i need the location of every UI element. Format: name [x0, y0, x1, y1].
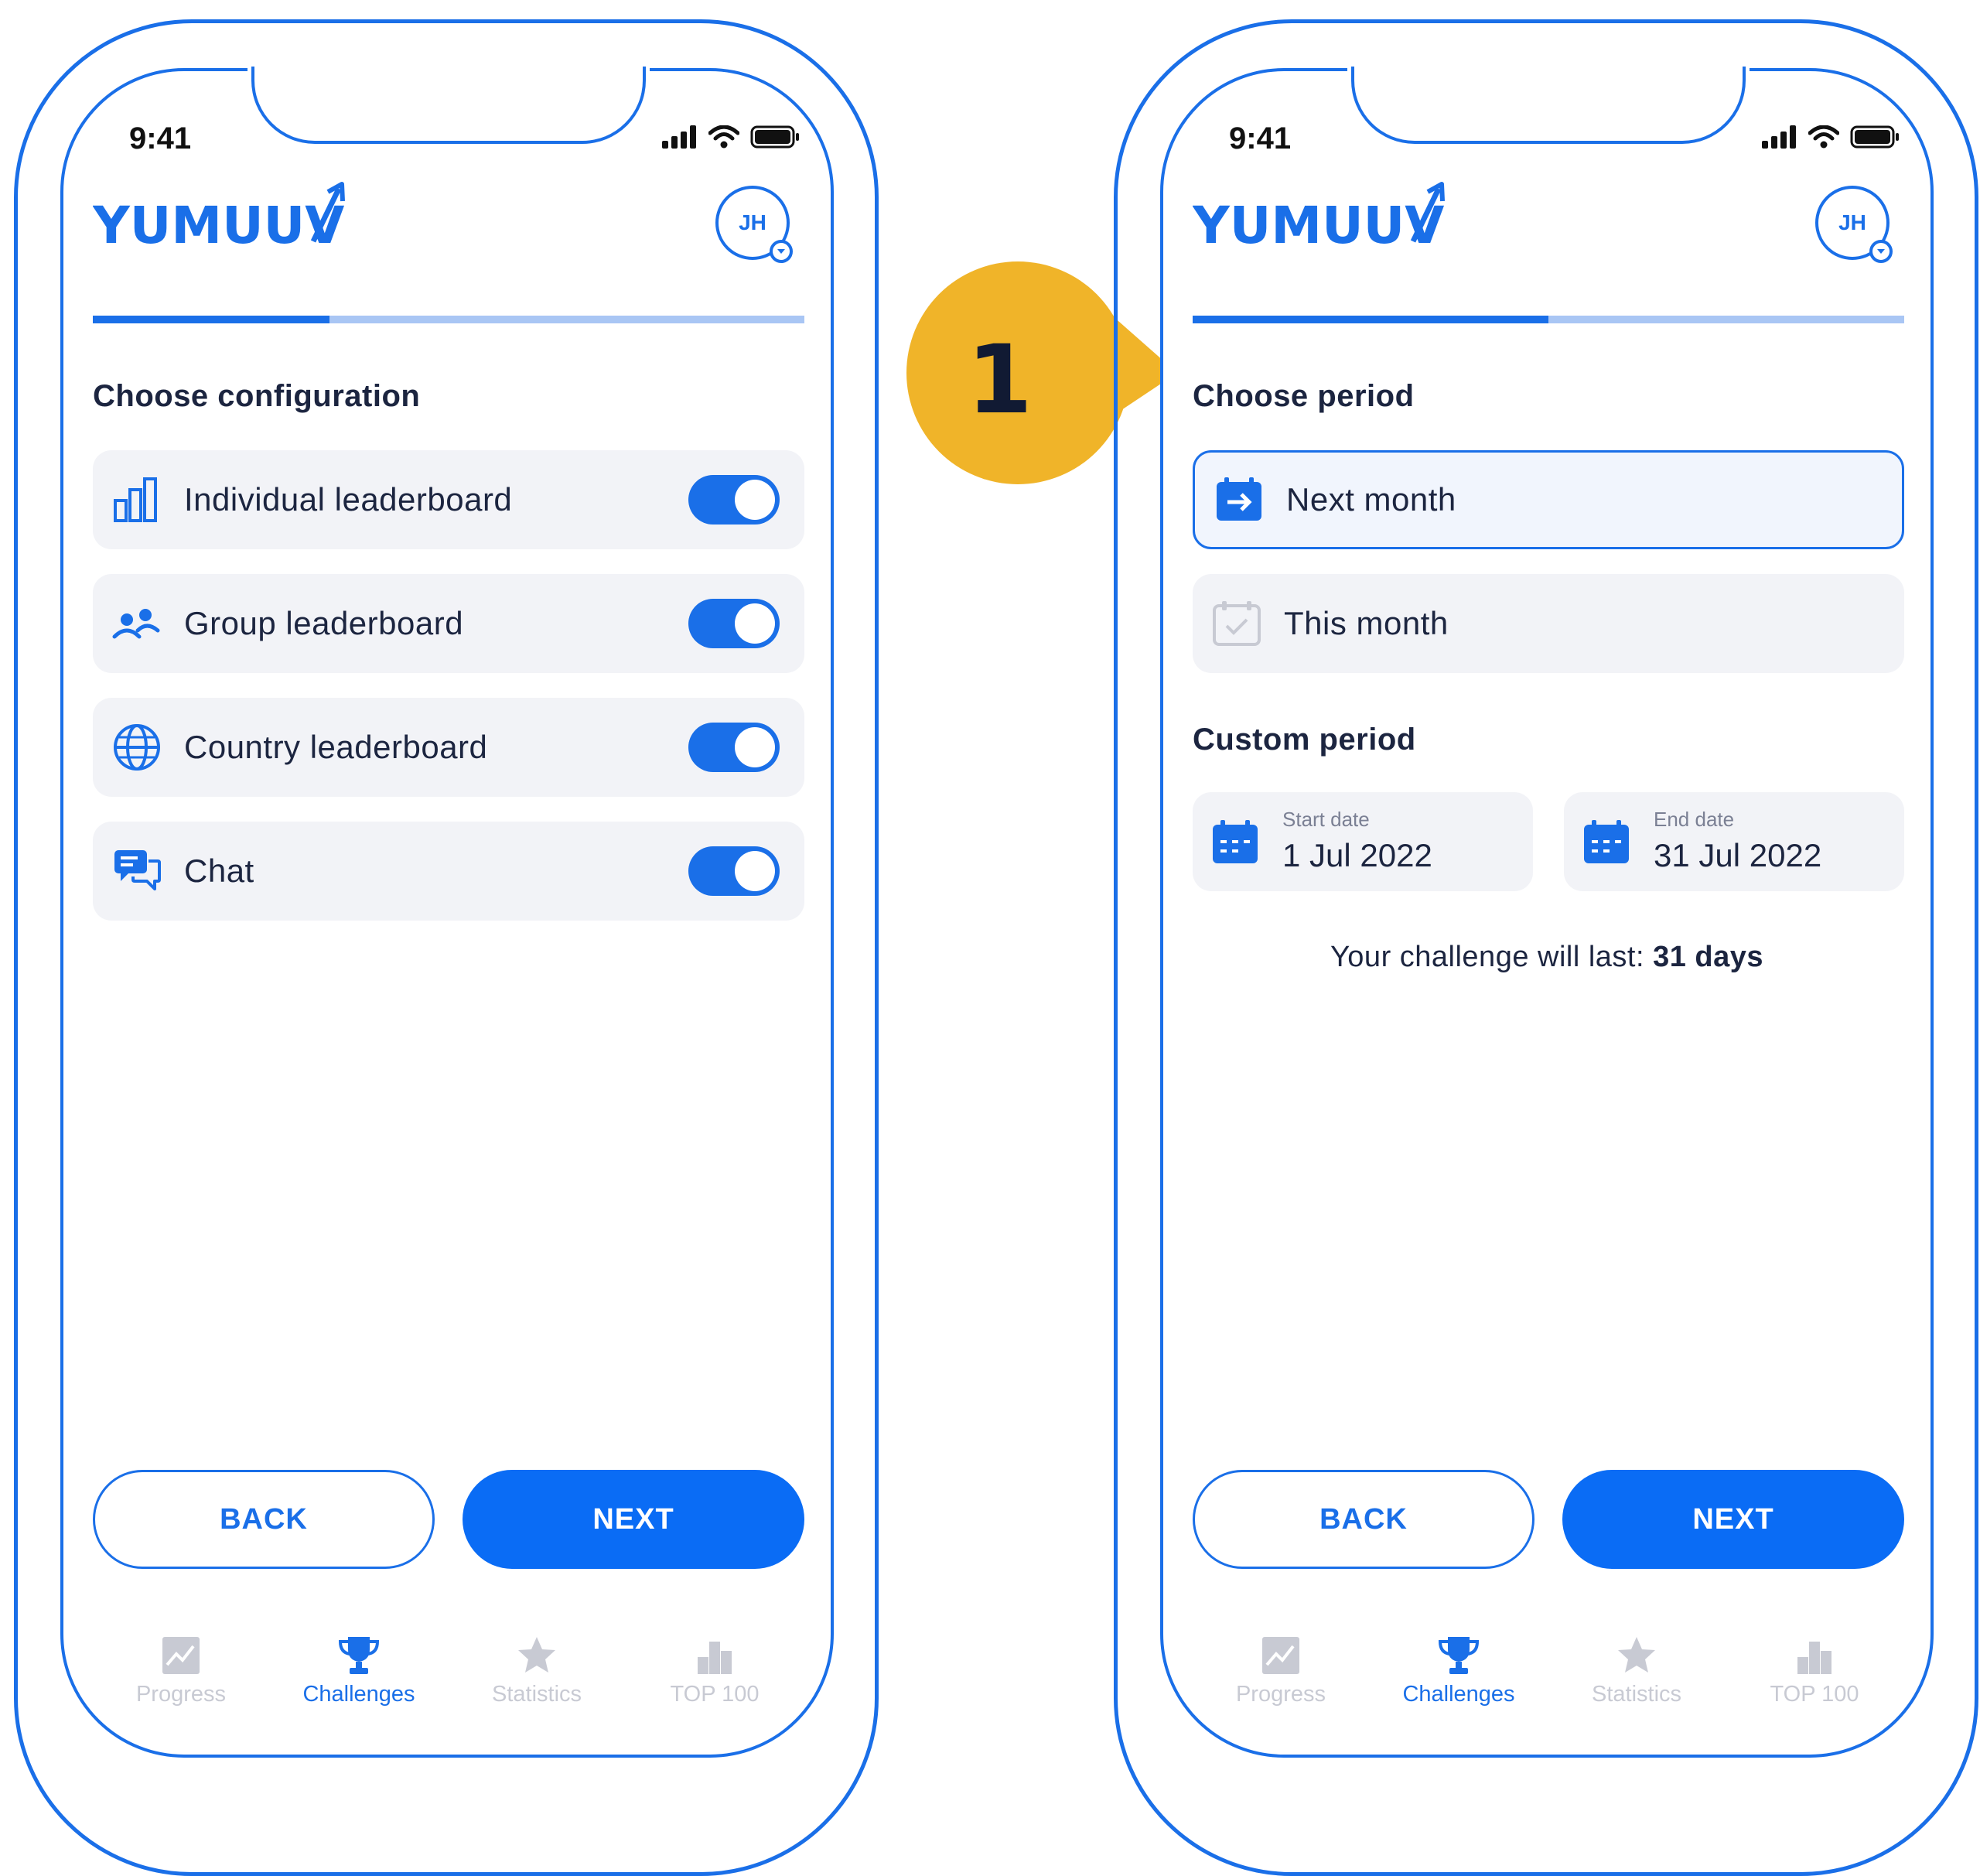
option-label: Chat: [184, 853, 254, 889]
battery-icon: [1850, 125, 1899, 149]
progress-chart-icon: [162, 1637, 200, 1674]
back-button[interactable]: BACK: [93, 1470, 435, 1569]
step-progress-bar: [93, 316, 804, 323]
option-individual-leaderboard[interactable]: Individual leaderboard: [93, 450, 804, 549]
start-date-label: Start date: [1282, 808, 1370, 831]
start-date-field[interactable]: Start date 1 Jul 2022: [1193, 792, 1533, 891]
podium-icon: [698, 1642, 732, 1674]
period-option-next-month[interactable]: Next month: [1193, 450, 1904, 549]
star-icon: [1618, 1637, 1655, 1673]
yumuuv-logo: YUMUUV: [1192, 179, 1448, 255]
status-icons: [662, 125, 800, 149]
bottom-tab-bar: Progress Challenges Statistics TOP 100: [63, 1634, 831, 1719]
signal-icon: [662, 125, 696, 149]
phone-frame-left: 9:41 YUMUUV JH Choose configuration Indi…: [14, 19, 879, 1876]
group-icon: [112, 609, 160, 639]
podium-icon: [1797, 1642, 1832, 1674]
screen-period: 9:41 YUMUUV JH Choose period Next month: [1160, 65, 1934, 1758]
section-title: Choose configuration: [93, 379, 421, 413]
end-date-field[interactable]: End date 31 Jul 2022: [1564, 792, 1904, 891]
signal-icon: [1762, 125, 1796, 149]
challenge-duration: Your challenge will last: 31 days: [1163, 941, 1930, 974]
step-progress-bar: [1193, 316, 1904, 323]
chevron-down-icon: [770, 240, 793, 263]
trophy-icon: [1438, 1637, 1480, 1674]
avatar-initials: JH: [739, 210, 766, 234]
tab-statistics[interactable]: Statistics: [1559, 1634, 1714, 1707]
option-label: Group leaderboard: [184, 605, 464, 641]
step-progress-fill: [1193, 316, 1548, 323]
wifi-icon: [1808, 125, 1839, 149]
toggle-switch[interactable]: [688, 846, 780, 896]
end-date-label: End date: [1654, 808, 1735, 831]
end-date-value: 31 Jul 2022: [1654, 837, 1822, 873]
option-group-leaderboard[interactable]: Group leaderboard: [93, 574, 804, 673]
toggle-switch[interactable]: [688, 475, 780, 525]
bottom-tab-bar: Progress Challenges Statistics TOP 100: [1163, 1634, 1930, 1719]
start-date-value: 1 Jul 2022: [1282, 837, 1432, 873]
screen-configuration: 9:41 YUMUUV JH Choose configuration Indi…: [60, 65, 834, 1758]
tab-challenges[interactable]: Challenges: [1381, 1634, 1536, 1707]
tab-top100[interactable]: TOP 100: [637, 1634, 792, 1707]
phone-notch: [1351, 67, 1746, 144]
avatar-initials: JH: [1838, 210, 1866, 234]
avatar[interactable]: JH: [1815, 186, 1893, 263]
calendar-icon: [1213, 820, 1258, 863]
avatar[interactable]: JH: [715, 186, 793, 263]
globe-icon: [114, 724, 160, 771]
status-time: 9:41: [1229, 121, 1292, 155]
star-icon: [518, 1637, 555, 1673]
trophy-icon: [338, 1637, 380, 1674]
chevron-down-icon: [1869, 240, 1893, 263]
wifi-icon: [708, 125, 739, 149]
section-title: Choose period: [1193, 379, 1415, 413]
toggle-switch[interactable]: [688, 599, 780, 648]
custom-period-title: Custom period: [1193, 723, 1416, 757]
toggle-switch[interactable]: [688, 723, 780, 772]
tab-progress[interactable]: Progress: [104, 1634, 258, 1707]
battery-icon: [750, 125, 799, 149]
yumuuv-logo: YUMUUV: [92, 179, 348, 255]
phone-frame-right: 9:41 YUMUUV JH Choose period Next month: [1114, 19, 1978, 1876]
callout-number: 1: [967, 325, 1033, 435]
phone-notch: [251, 67, 646, 144]
tab-progress[interactable]: Progress: [1203, 1634, 1358, 1707]
step-progress-fill: [93, 316, 330, 323]
calendar-arrow-icon: [1217, 477, 1261, 521]
bar-chart-icon: [114, 477, 157, 522]
period-option-this-month[interactable]: This month: [1193, 574, 1904, 673]
status-time: 9:41: [129, 121, 192, 155]
status-icons: [1762, 125, 1900, 149]
option-chat[interactable]: Chat: [93, 822, 804, 921]
option-label: Next month: [1286, 481, 1456, 518]
chat-icon: [114, 850, 161, 890]
calendar-icon: [1584, 820, 1629, 863]
next-button[interactable]: NEXT: [1562, 1470, 1904, 1569]
logo-text: YUMUUV: [93, 196, 344, 249]
duration-prefix: Your challenge will last:: [1330, 941, 1645, 973]
option-country-leaderboard[interactable]: Country leaderboard: [93, 698, 804, 797]
calendar-check-icon: [1213, 601, 1261, 646]
tab-statistics[interactable]: Statistics: [459, 1634, 614, 1707]
tab-challenges[interactable]: Challenges: [282, 1634, 436, 1707]
back-button[interactable]: BACK: [1193, 1470, 1534, 1569]
progress-chart-icon: [1262, 1637, 1299, 1674]
option-label: Country leaderboard: [184, 729, 488, 765]
option-label: This month: [1284, 605, 1449, 641]
tab-top100[interactable]: TOP 100: [1737, 1634, 1892, 1707]
option-label: Individual leaderboard: [184, 481, 513, 518]
logo-text: YUMUUV: [1193, 196, 1444, 249]
next-button[interactable]: NEXT: [463, 1470, 804, 1569]
duration-value: 31 days: [1653, 941, 1764, 973]
